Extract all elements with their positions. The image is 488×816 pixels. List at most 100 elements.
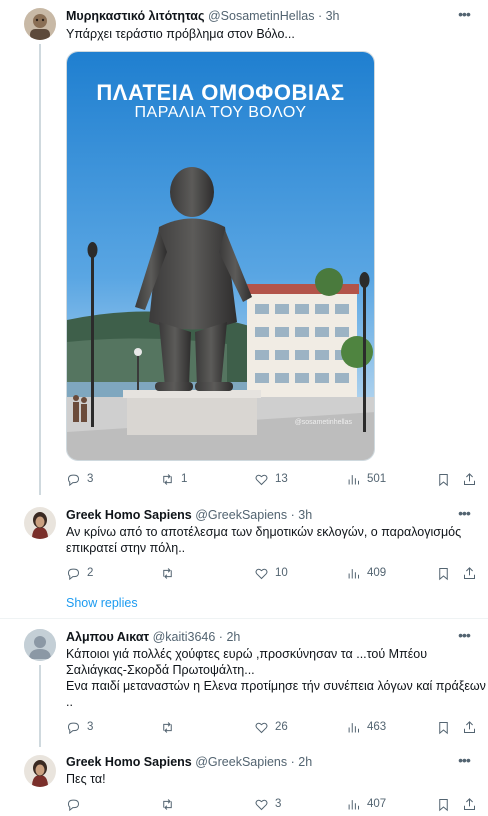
bookmark-icon xyxy=(439,721,448,734)
view-count: 409 xyxy=(367,567,387,579)
thread-line xyxy=(39,44,41,495)
user-handle[interactable]: @GreekSapiens xyxy=(195,508,287,522)
tweet-header: Αλμπου Αικατ @kaiti3646 · 2h xyxy=(66,629,448,645)
avatar-image xyxy=(24,755,56,787)
tweet-text-line: επικρατεί στην πόλη.. xyxy=(66,541,186,555)
retweet-button[interactable] xyxy=(160,795,181,813)
share-button[interactable] xyxy=(462,718,483,736)
views-button[interactable]: 407 xyxy=(346,795,386,813)
like-count: 26 xyxy=(275,721,288,733)
tweet[interactable]: Αλμπου Αικατ @kaiti3646 · 2h ••• Κάποιοι… xyxy=(0,619,488,747)
bookmark-button[interactable] xyxy=(436,564,457,582)
like-count: 10 xyxy=(275,567,288,579)
user-handle[interactable]: @GreekSapiens xyxy=(195,755,287,769)
bookmark-button[interactable] xyxy=(436,718,457,736)
analytics-icon xyxy=(348,568,359,578)
tweet-text: Αν κρίνω από το αποτέλεσμα των δημοτικών… xyxy=(66,524,474,556)
views-button[interactable]: 501 xyxy=(346,470,386,488)
timestamp[interactable]: 2h xyxy=(298,755,312,769)
media-subtitle: ΠΑΡΑΛΙΑ ΤΟΥ ΒΟΛΟΥ xyxy=(134,104,307,121)
timestamp[interactable]: 3h xyxy=(298,508,312,522)
views-button[interactable]: 409 xyxy=(346,564,386,582)
view-count: 463 xyxy=(367,721,387,733)
retweet-button[interactable] xyxy=(160,564,181,582)
bookmark-icon xyxy=(439,473,448,486)
avatar[interactable] xyxy=(24,8,56,40)
timestamp[interactable]: 2h xyxy=(226,630,240,644)
avatar[interactable] xyxy=(24,507,56,539)
view-count: 501 xyxy=(367,473,387,485)
display-name[interactable]: Μυρηκαστικό λιτότητας xyxy=(66,9,204,23)
reply-icon xyxy=(67,568,80,580)
reply-icon xyxy=(67,799,80,811)
display-name[interactable]: Greek Homo Sapiens xyxy=(66,508,192,522)
display-name[interactable]: Αλμπου Αικατ xyxy=(66,630,149,644)
tweet-header: Greek Homo Sapiens @GreekSapiens · 2h xyxy=(66,754,448,770)
share-button[interactable] xyxy=(462,470,483,488)
more-options-icon[interactable]: ••• xyxy=(454,7,474,25)
retweet-icon xyxy=(163,567,172,579)
tweet-text-line: Σαλιάγκας-Σκορδά Πρωτοψάλτη... xyxy=(66,663,255,677)
media-title: ΠΛΑΤΕΙΑ ΟΜΟΦΟΒΙΑΣ xyxy=(96,80,345,105)
reply-button[interactable]: 2 xyxy=(66,564,93,582)
avatar[interactable] xyxy=(24,629,56,661)
like-count: 3 xyxy=(275,798,282,810)
bookmark-icon xyxy=(439,567,448,580)
tweet-header: Μυρηκαστικό λιτότητας @SosametinHellas ·… xyxy=(66,8,448,24)
reply-button[interactable]: 3 xyxy=(66,718,93,736)
default-avatar-icon xyxy=(24,629,56,661)
media-watermark: @sosametinhellas xyxy=(294,419,352,426)
reply-icon xyxy=(67,474,80,486)
user-handle[interactable]: @SosametinHellas xyxy=(208,9,314,23)
separator-dot: · xyxy=(218,630,223,644)
heart-icon xyxy=(255,474,268,485)
reply-count: 3 xyxy=(87,473,94,485)
reply-count: 3 xyxy=(87,721,94,733)
more-options-icon[interactable]: ••• xyxy=(454,506,474,524)
share-icon xyxy=(464,472,475,485)
retweet-button[interactable] xyxy=(160,718,181,736)
display-name[interactable]: Greek Homo Sapiens xyxy=(66,755,192,769)
tweet-text-line: Κάποιοι γιά πολλές χούφτες ευρώ ,προσκύν… xyxy=(66,647,428,661)
like-button[interactable]: 10 xyxy=(254,564,288,582)
reply-button[interactable] xyxy=(66,795,87,813)
like-button[interactable]: 26 xyxy=(254,718,288,736)
bookmark-button[interactable] xyxy=(436,795,457,813)
like-button[interactable]: 13 xyxy=(254,470,288,488)
tweet-text: Κάποιοι γιά πολλές χούφτες ευρώ ,προσκύν… xyxy=(66,646,486,710)
user-handle[interactable]: @kaiti3646 xyxy=(153,630,216,644)
action-bar: 2 10 409 xyxy=(66,564,478,582)
bookmark-icon xyxy=(439,798,448,811)
tweet-text: Πες τα! xyxy=(66,772,106,786)
tweet-text: Υπάρχει τεράστιο πρόβλημα στον Βόλο... xyxy=(66,27,295,41)
like-button[interactable]: 3 xyxy=(254,795,281,813)
reply-button[interactable]: 3 xyxy=(66,470,93,488)
tweet-text-line: .. xyxy=(66,695,73,709)
action-bar: 3 26 463 xyxy=(66,718,478,736)
tweet[interactable]: Greek Homo Sapiens @GreekSapiens · 2h ••… xyxy=(0,747,488,816)
avatar-image xyxy=(24,507,56,539)
separator-dot: · xyxy=(317,9,323,23)
avatar[interactable] xyxy=(24,755,56,787)
show-replies-link[interactable]: Show replies xyxy=(66,596,138,610)
tweet[interactable]: Μυρηκαστικό λιτότητας @SosametinHellas ·… xyxy=(0,0,488,495)
analytics-icon xyxy=(348,799,359,809)
bookmark-button[interactable] xyxy=(436,470,457,488)
more-options-icon[interactable]: ••• xyxy=(454,753,474,771)
views-button[interactable]: 463 xyxy=(346,718,386,736)
timestamp[interactable]: 3h xyxy=(326,9,340,23)
retweet-button[interactable]: 1 xyxy=(160,470,187,488)
analytics-icon xyxy=(348,722,359,732)
share-button[interactable] xyxy=(462,795,483,813)
separator-dot: · xyxy=(290,508,295,522)
share-button[interactable] xyxy=(462,564,483,582)
action-bar: 3 1 13 501 xyxy=(66,470,478,488)
more-options-icon[interactable]: ••• xyxy=(454,628,474,646)
tweet-media[interactable]: ΠΛΑΤΕΙΑ ΟΜΟΦΟΒΙΑΣ ΠΑΡΑΛΙΑ ΤΟΥ ΒΟΛΟΥ @sos… xyxy=(66,51,375,461)
retweet-icon xyxy=(163,798,172,810)
tweet[interactable]: Greek Homo Sapiens @GreekSapiens · 3h ••… xyxy=(0,495,488,620)
tweet-header: Greek Homo Sapiens @GreekSapiens · 3h xyxy=(66,507,448,523)
reply-icon xyxy=(67,722,80,734)
avatar-image xyxy=(24,8,56,40)
like-count: 13 xyxy=(275,473,288,485)
